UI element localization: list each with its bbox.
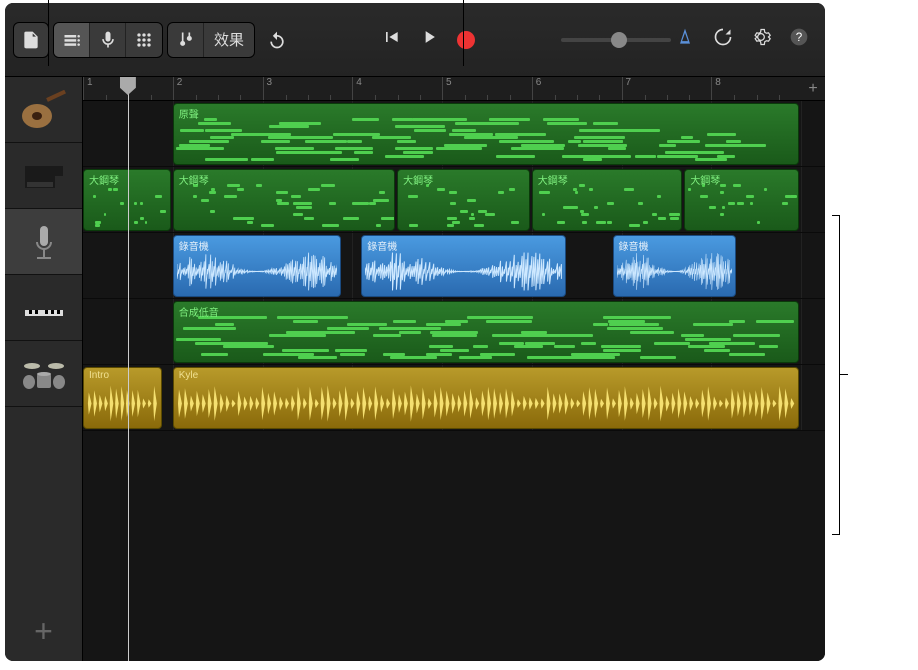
ruler-bar: 7 [622, 77, 712, 100]
app-window: 效果 [5, 3, 825, 661]
rewind-button[interactable] [381, 27, 401, 52]
track-lane[interactable]: Intro Kyle [83, 365, 825, 431]
track-header-guitar[interactable] [5, 77, 82, 143]
ruler-bar: 1 [83, 77, 173, 100]
view-mode-group [53, 22, 163, 58]
track-header-piano[interactable] [5, 143, 82, 209]
midi-region[interactable]: 大鋼琴 [684, 169, 799, 231]
midi-region[interactable]: 原聲 [173, 103, 799, 165]
tracks-view-button[interactable] [54, 22, 90, 58]
region-label: 原聲 [179, 106, 199, 121]
ruler-bar: 2 [173, 77, 263, 100]
track-header-keyboard[interactable] [5, 275, 82, 341]
region-label: 大鋼琴 [89, 172, 119, 187]
add-section-button[interactable]: + [801, 77, 825, 100]
drummer-region[interactable]: Kyle [173, 367, 799, 429]
track-lane[interactable]: 原聲 [83, 101, 825, 167]
region-label: 錄音機 [367, 238, 397, 253]
transport-controls [361, 27, 495, 52]
ruler[interactable]: 12345678+ [83, 77, 825, 101]
record-button[interactable] [457, 31, 475, 49]
master-volume-slider[interactable] [561, 28, 671, 52]
undo-button[interactable] [259, 22, 295, 58]
track-lane[interactable]: 合成低音 [83, 299, 825, 365]
loop-browser-button[interactable] [713, 27, 733, 52]
metronome-button[interactable] [675, 27, 695, 52]
region-label: 大鋼琴 [179, 172, 209, 187]
timeline-area: 12345678+ 原聲大鋼琴 大鋼琴 大鋼琴 大鋼琴 大鋼琴錄音機 錄音機 錄音機合成低音… [83, 77, 825, 661]
my-songs-button[interactable] [13, 22, 49, 58]
ruler-bar: 6 [532, 77, 622, 100]
midi-region[interactable]: 大鋼琴 [173, 169, 395, 231]
region-label: 錄音機 [179, 238, 209, 253]
guitar-icon [17, 90, 71, 130]
mic-view-button[interactable] [90, 22, 126, 58]
region-label: 大鋼琴 [403, 172, 433, 187]
settings-button[interactable] [751, 27, 771, 52]
region-label: Intro [89, 370, 109, 381]
ruler-bar: 8 [711, 77, 801, 100]
add-track-button[interactable]: + [5, 601, 82, 661]
ruler-bar: 4 [352, 77, 442, 100]
midi-region[interactable]: 大鋼琴 [532, 169, 683, 231]
region-label: 大鋼琴 [538, 172, 568, 187]
fx-button[interactable]: 效果 [204, 22, 254, 58]
track-header-mic[interactable] [5, 209, 82, 275]
track-lane[interactable]: 大鋼琴 大鋼琴 大鋼琴 大鋼琴 大鋼琴 [83, 167, 825, 233]
ruler-bar: 3 [263, 77, 353, 100]
region-label: 合成低音 [179, 304, 219, 319]
toolbar: 效果 [5, 3, 825, 77]
tracks-area[interactable]: 原聲大鋼琴 大鋼琴 大鋼琴 大鋼琴 大鋼琴錄音機 錄音機 錄音機合成低音 Intro Kyle [83, 101, 825, 661]
audio-region[interactable]: 錄音機 [613, 235, 737, 297]
track-header-drums[interactable] [5, 341, 82, 407]
grid-view-button[interactable] [126, 22, 162, 58]
play-button[interactable] [419, 27, 439, 52]
ruler-bar: 5 [442, 77, 532, 100]
midi-region[interactable]: 大鋼琴 [83, 169, 171, 231]
fx-group: 效果 [167, 22, 255, 58]
track-lane[interactable]: 錄音機 錄音機 錄音機 [83, 233, 825, 299]
region-label: Kyle [179, 370, 198, 381]
audio-region[interactable]: 錄音機 [361, 235, 565, 297]
help-button[interactable]: ? [789, 27, 809, 52]
audio-region[interactable]: 錄音機 [173, 235, 342, 297]
midi-region[interactable]: 合成低音 [173, 301, 799, 363]
drums-icon [17, 354, 71, 394]
piano-icon [17, 156, 71, 196]
svg-text:?: ? [796, 31, 803, 44]
microphone-icon [17, 222, 71, 262]
track-headers: + [5, 77, 83, 661]
track-controls-button[interactable] [168, 22, 204, 58]
midi-region[interactable]: 大鋼琴 [397, 169, 530, 231]
drummer-region[interactable]: Intro [83, 367, 162, 429]
region-label: 錄音機 [619, 238, 649, 253]
keyboard-icon [17, 288, 71, 328]
region-label: 大鋼琴 [690, 172, 720, 187]
